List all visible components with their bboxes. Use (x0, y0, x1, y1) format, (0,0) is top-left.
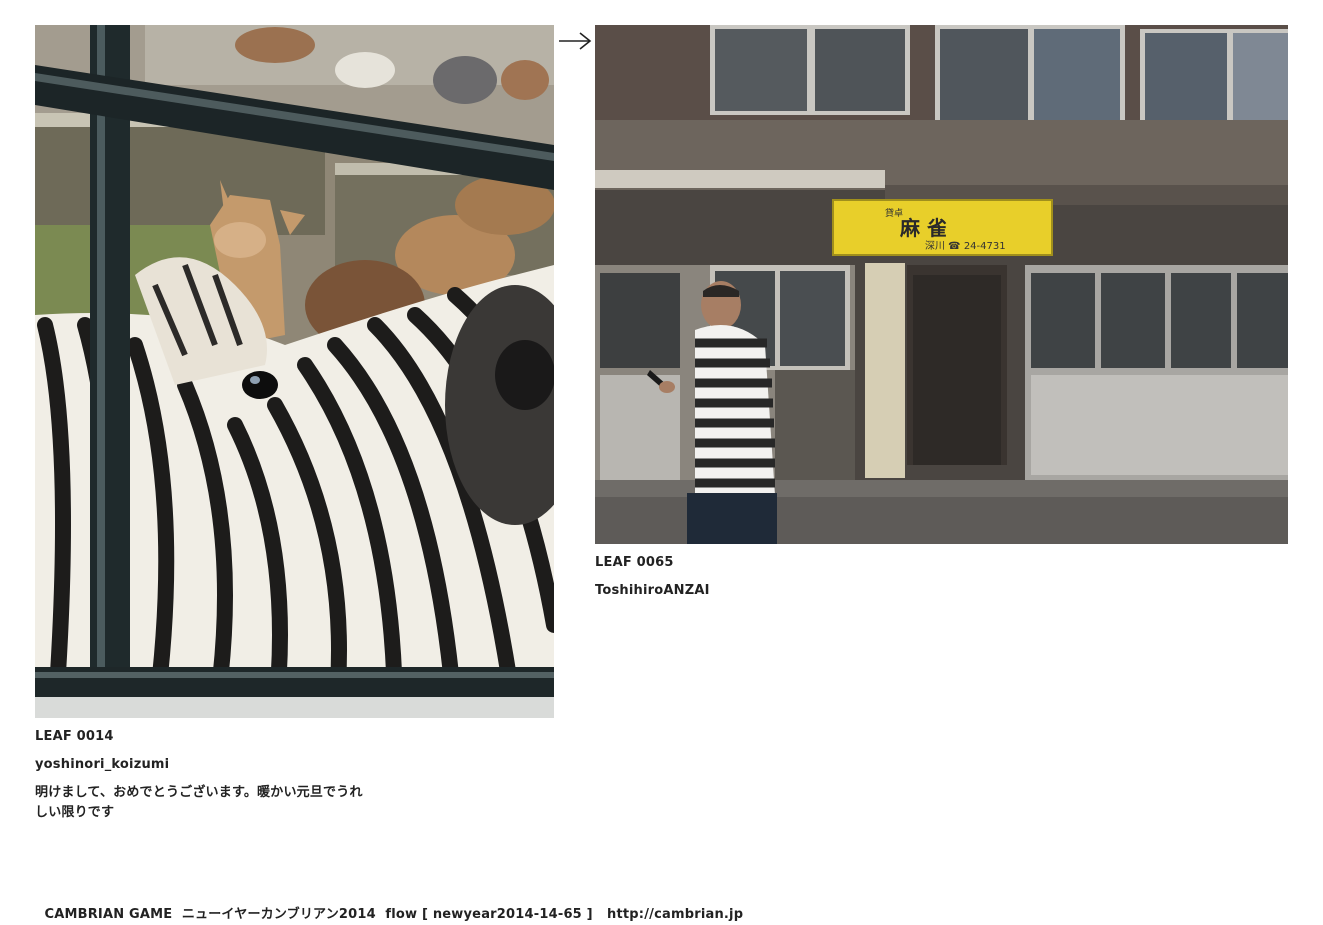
right-author-name[interactable]: ToshihiroANZAI (595, 581, 710, 601)
sign-phone-text: 深川 ☎ 24-4731 (925, 240, 1006, 252)
street-building-photo[interactable]: 貸卓 麻 雀 深川 ☎ 24-4731 (595, 25, 1288, 544)
sign-main-text: 麻 雀 (899, 216, 947, 240)
left-message-text: 明けまして、おめでとうございます。暖かい元旦でうれしい限りです (35, 785, 363, 820)
zebra-photo[interactable] (35, 25, 554, 718)
right-leaf-id: LEAF 0065 (595, 555, 674, 570)
right-arrow-icon[interactable] (558, 30, 592, 52)
left-leaf-id: LEAF 0014 (35, 729, 114, 744)
left-author-name[interactable]: yoshinori_koizumi (35, 755, 169, 775)
footer: CAMBRIAN GAME ニューイヤーカンブリアン2014 flow [ ne… (35, 885, 743, 925)
